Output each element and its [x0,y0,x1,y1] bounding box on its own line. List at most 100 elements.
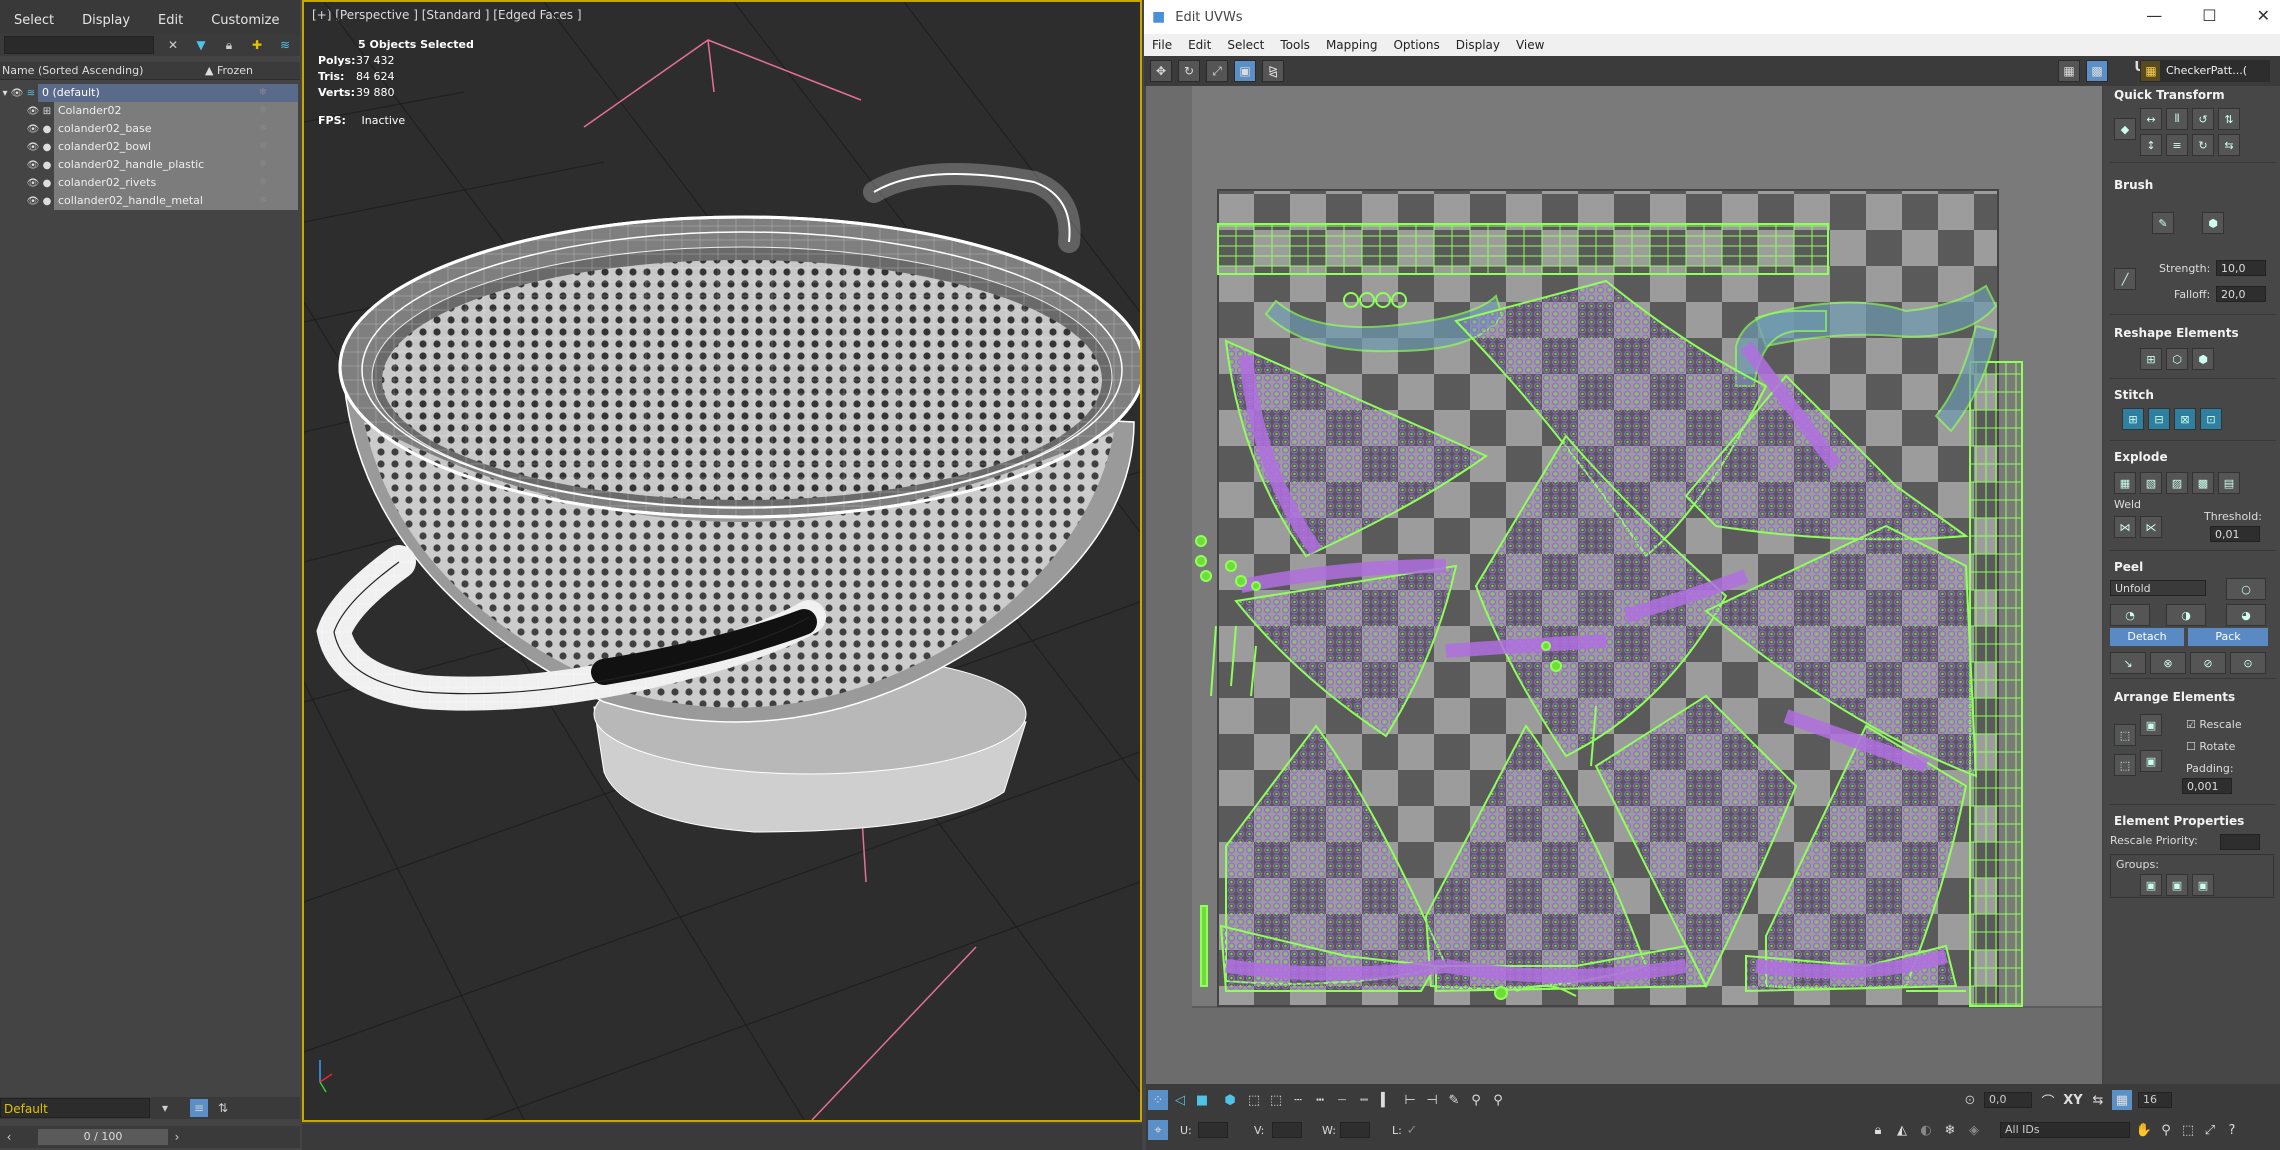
peel-extra-icon-2[interactable]: ⊗ [2150,652,2186,674]
lock-check-icon[interactable]: ✓ [1402,1120,1422,1140]
rollout-reshape[interactable]: Reshape Elements [2114,326,2239,340]
stitch-average-icon[interactable]: ⊠ [2174,408,2196,430]
rescale-priority-spinner[interactable] [2220,834,2260,850]
edge-ring-icon[interactable]: ┉ [1354,1090,1374,1110]
grow-icon[interactable]: ⬚ [1266,1090,1286,1110]
freeze-icon[interactable]: ❄ [228,156,298,174]
tree-row[interactable]: 👁︎ ● colander02_bowl ❄ [0,138,298,156]
close-icon[interactable]: ✕ [2257,6,2270,25]
tree-row[interactable]: 👁︎ ● colander02_handle_plastic ❄ [0,156,298,174]
checker-display-icon[interactable]: ▦ [2058,60,2080,82]
rollout-peel[interactable]: Peel [2114,560,2143,574]
add-layer-icon[interactable]: ✚ [248,36,266,54]
next-frame-icon[interactable]: › [168,1128,186,1146]
peel-pins-icon[interactable]: ◑ [2166,604,2206,626]
uv-menu-display[interactable]: Display [1456,38,1500,52]
curve-icon[interactable]: ⌒ [2038,1090,2058,1110]
material-id-dropdown[interactable]: All IDs [2000,1122,2130,1138]
peel-lscm-icon[interactable]: ◕ [2226,604,2266,626]
stitch-custom-icon[interactable]: ⊞ [2122,408,2144,430]
ring-icon[interactable]: ┅ [1310,1090,1330,1110]
tree-row-label[interactable]: colander02_base [54,120,228,138]
hide-icon[interactable]: ◐ [1916,1120,1936,1140]
stitch-source-icon[interactable]: ⊟ [2148,408,2170,430]
weld-target-icon[interactable]: ⋉ [2140,516,2162,538]
select-rect-icon[interactable]: ⬚ [1244,1090,1264,1110]
uv-menu-tools[interactable]: Tools [1280,38,1310,52]
w-field[interactable] [1340,1122,1370,1138]
layer-dropdown[interactable]: Default [0,1098,150,1118]
grid-size-field[interactable]: 16 [2138,1092,2172,1108]
scale-icon[interactable]: ⤢ [1206,60,1228,82]
relax-icon[interactable]: ⬡ [2166,348,2188,370]
xy-toggle[interactable]: XY [2058,1090,2088,1110]
edge-mode-icon[interactable]: ◁ [1170,1090,1190,1110]
sort-icon[interactable]: ⇅ [214,1099,232,1117]
v-field[interactable] [1272,1122,1302,1138]
explode-icon-5[interactable]: ▤ [2218,472,2240,494]
angle-snap-icon[interactable]: ⊙ [1960,1090,1980,1110]
tree-row-label[interactable]: colander02_handle_plastic [54,156,228,174]
freeze-icon[interactable]: ❄ [228,84,298,102]
lock-icon[interactable]: 🔒︎ [220,36,238,54]
brush-relax-icon[interactable]: ⬢ [2202,212,2224,234]
rollout-element-properties[interactable]: Element Properties [2114,814,2244,828]
tree-row[interactable]: 👁︎ ● collander02_handle_metal ❄ [0,192,298,210]
align-h-icon[interactable]: ⇆ [2218,134,2240,156]
time-slider[interactable]: 0 / 100 [38,1129,168,1145]
uv-menu-options[interactable]: Options [1393,38,1439,52]
shape-icon[interactable]: ⬢ [2192,348,2214,370]
tools-icon-1[interactable]: ⊢ [1400,1090,1420,1110]
padding-spinner[interactable]: 0,001 [2182,778,2232,794]
paint-select-icon[interactable]: ✎ [1444,1090,1464,1110]
pan-icon[interactable]: ✋ [2134,1120,2154,1140]
angle-field[interactable]: 0,0 [1984,1092,2032,1108]
soft-select-icon[interactable]: ◭ [1892,1120,1912,1140]
pack-normalize-icon[interactable]: ⬚ [2114,724,2136,746]
freeze-icon[interactable]: ❄ [228,174,298,192]
lock-selection-icon[interactable]: 🔒︎ [1868,1120,1888,1140]
vertex-mode-icon[interactable]: ⁘ [1148,1090,1168,1110]
column-frozen[interactable]: ▲ Frozen [205,64,300,77]
rescale-checkbox[interactable]: ☑ Rescale [2186,718,2242,731]
freeze-icon[interactable]: ❄ [228,120,298,138]
absolute-offset-icon[interactable]: ⌖ [1148,1120,1168,1140]
peel-mode-dropdown[interactable]: Unfold [2110,580,2206,596]
freeze-icon[interactable]: ❄ [228,138,298,156]
explode-icon-4[interactable]: ▩ [2192,472,2214,494]
peel-extra-icon-3[interactable]: ⊘ [2190,652,2226,674]
tree-row-label[interactable]: colander02_bowl [54,138,228,156]
rollout-explode[interactable]: Explode [2114,450,2168,464]
group-add-icon[interactable]: ▣ [2140,874,2162,896]
rollout-stitch[interactable]: Stitch [2114,388,2154,402]
filter-icon[interactable]: ▼ [192,36,210,54]
pack-custom-icon[interactable]: ▣ [2140,714,2162,736]
freeze-icon[interactable]: ❄ [228,192,298,210]
visibility-eye-icon[interactable]: 👁︎ [26,124,40,135]
uv-editor-canvas[interactable] [1146,86,2102,1084]
menu-select[interactable]: Select [14,13,54,28]
freeform-icon[interactable]: ▣ [1234,60,1256,82]
tree-row[interactable]: ▾ 👁︎ ≋ 0 (default) ❄ [0,84,298,102]
zoom-icon[interactable]: ⚲ [2156,1120,2176,1140]
column-name[interactable]: Name (Sorted Ascending) [0,64,205,77]
strength-spinner[interactable]: 10,0 [2216,260,2266,276]
tools-icon-4[interactable]: ⚲ [1488,1090,1508,1110]
visibility-eye-icon[interactable]: 👁︎ [26,142,40,153]
uv-menu-edit[interactable]: Edit [1188,38,1211,52]
minimize-icon[interactable]: — [2146,6,2162,25]
align-vertical-icon[interactable]: ↕ [2140,134,2162,156]
freeze-icon[interactable]: ❄ [1940,1120,1960,1140]
menu-edit[interactable]: Edit [158,13,183,28]
align-horizontal-icon[interactable]: ↔ [2140,108,2162,130]
space-vertical-icon[interactable]: ⫴ [2166,108,2188,130]
layer-explorer-icon[interactable]: ≡ [190,1099,208,1117]
peel-quick-icon[interactable]: ◔ [2110,604,2150,626]
rollout-brush[interactable]: Brush [2114,178,2153,192]
edge-loop-icon[interactable]: ┈ [1332,1090,1352,1110]
visibility-eye-icon[interactable]: 👁︎ [10,88,24,99]
filter-selected-icon[interactable]: ◈ [1964,1120,1984,1140]
explorer-search-input[interactable] [4,36,154,54]
clear-search-icon[interactable]: ✕ [164,36,182,54]
brush-line-icon[interactable]: ╱ [2114,268,2136,290]
